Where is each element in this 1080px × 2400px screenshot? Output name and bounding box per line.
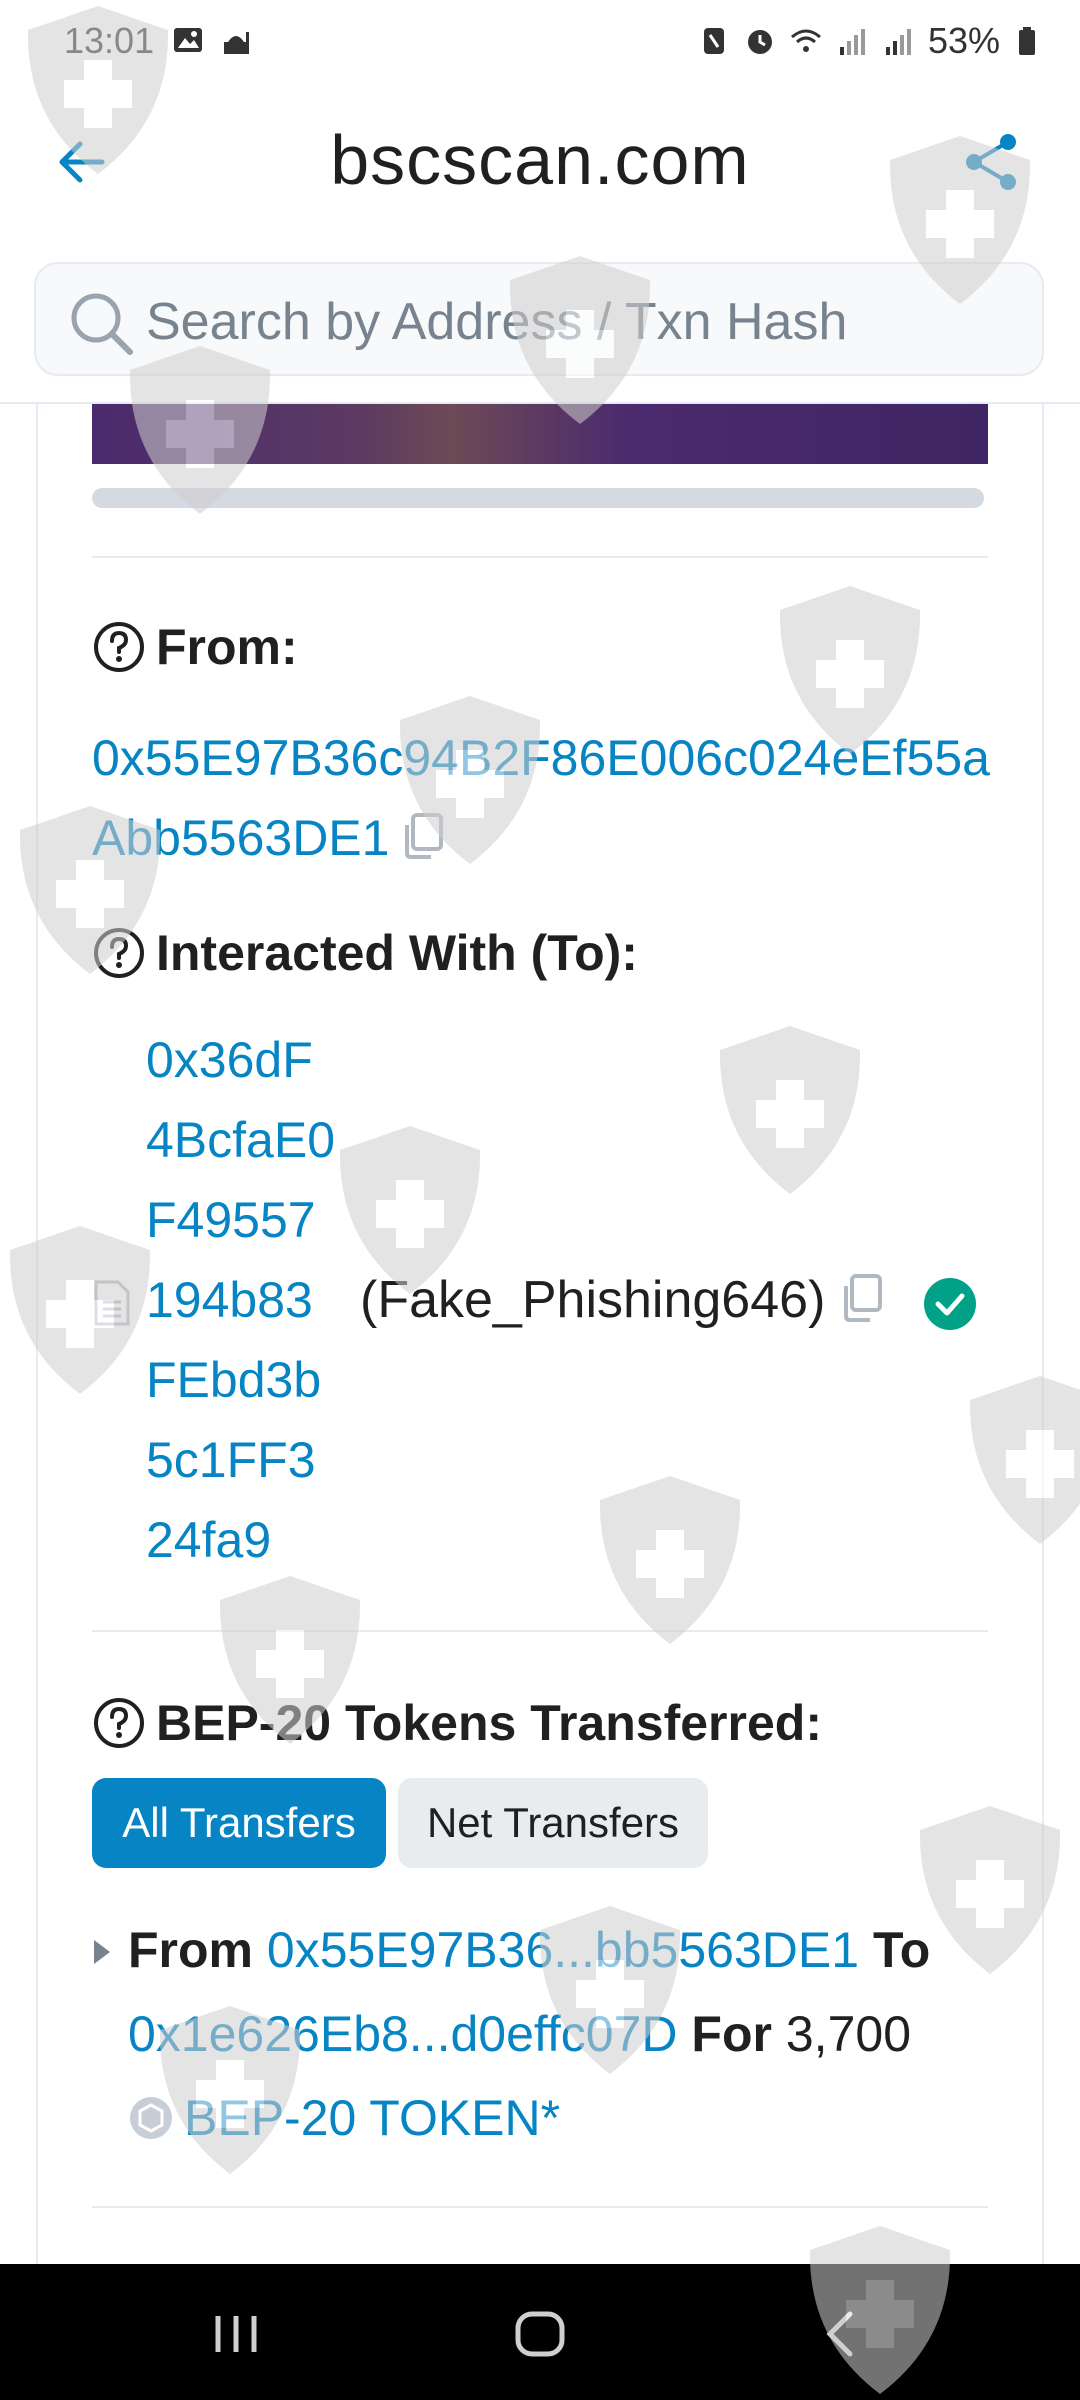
nav-back-icon[interactable]: [812, 2304, 872, 2364]
copy-icon[interactable]: [838, 1272, 886, 1324]
section-divider: [92, 556, 988, 558]
transfer-tabs: All Transfers Net Transfers: [92, 1778, 708, 1868]
status-left-icons: [172, 24, 252, 56]
tab-net-transfers[interactable]: Net Transfers: [398, 1778, 708, 1868]
to-label-row: Interacted With (To):: [92, 924, 638, 982]
status-bar: 13:01 53%: [0, 0, 1080, 80]
from-address-block: 0x55E97B36c94B2F86E006c024eEf55aAbb5563D…: [92, 718, 992, 878]
to-address-line: FEbd3b: [146, 1352, 322, 1408]
section-divider: [92, 2206, 988, 2208]
transfer-from-word: From: [128, 1922, 253, 1978]
help-icon[interactable]: [92, 926, 146, 980]
from-label: From:: [156, 619, 298, 675]
battery-percent: 53%: [927, 20, 1000, 61]
search-input[interactable]: [144, 286, 858, 358]
ad-banner-image[interactable]: [92, 404, 988, 464]
status-right-icons: 53%: [698, 20, 1046, 62]
transfer-amount: 3,700: [785, 2006, 911, 2062]
to-address-line: 4BcfaE0: [146, 1112, 336, 1168]
search-icon: [71, 293, 133, 355]
android-nav-bar: [0, 2264, 1080, 2400]
tokens-label-row: BEP-20 Tokens Transferred:: [92, 1694, 822, 1752]
transfer-for-word: For: [691, 2006, 772, 2062]
status-time: 13:01: [64, 20, 155, 61]
signal-icon-2: [885, 29, 911, 55]
alarm-icon: [747, 30, 772, 54]
to-name-tag: (Fake_Phishing646): [360, 1271, 826, 1329]
wifi-icon: [790, 29, 821, 52]
share-icon[interactable]: [960, 130, 1024, 194]
token-line: BEP-20 TOKEN*: [128, 2076, 1008, 2160]
horizontal-scrollbar[interactable]: [92, 488, 984, 508]
gallery-notification-icon: [174, 28, 202, 52]
to-address-line: 0x36dF: [146, 1032, 313, 1088]
to-address-link[interactable]: 0x36dF 4BcfaE0 F49557 194b83 FEbd3b 5c1F…: [146, 1020, 336, 1580]
signal-icon-1: [839, 29, 865, 55]
transfer-text: From 0x55E97B36...bb5563DE1 To 0x1e626Eb…: [128, 1908, 1008, 2160]
mosque-notification-icon: [224, 32, 249, 54]
home-icon[interactable]: [510, 2304, 570, 2364]
to-address-line: 194b83: [146, 1272, 313, 1328]
help-icon[interactable]: [92, 1696, 146, 1750]
page-domain: bscscan.com: [330, 121, 750, 199]
to-label: Interacted With (To):: [156, 925, 638, 981]
help-icon[interactable]: [92, 620, 146, 674]
tab-all-transfers[interactable]: All Transfers: [92, 1778, 386, 1868]
browser-header: bscscan.com: [0, 100, 1080, 220]
to-address-block: 0x36dF 4BcfaE0 F49557 194b83 FEbd3b 5c1F…: [92, 1020, 1012, 1580]
token-logo-icon: [130, 2097, 172, 2139]
contract-document-icon: [94, 1280, 130, 1326]
copy-icon[interactable]: [399, 811, 447, 861]
from-label-row: From:: [92, 618, 298, 676]
transfer-to-word: To: [872, 1922, 931, 1978]
to-address-line: 5c1FF3: [146, 1432, 316, 1488]
search-box[interactable]: [34, 262, 1044, 376]
to-address-line: 24fa9: [146, 1512, 272, 1568]
token-name-link[interactable]: BEP-20 TOKEN*: [184, 2076, 560, 2160]
section-divider: [92, 1630, 988, 1632]
expand-caret-icon[interactable]: [92, 1938, 112, 1966]
transfer-from-address[interactable]: 0x55E97B36...bb5563DE1: [267, 1922, 859, 1978]
to-address-line: F49557: [146, 1192, 316, 1248]
from-address-link[interactable]: 0x55E97B36c94B2F86E006c024eEf55aAbb5563D…: [92, 730, 990, 866]
battery-icon: [1019, 27, 1035, 55]
nfc-icon: [703, 28, 724, 54]
transfer-to-address[interactable]: 0x1e626Eb8...d0effc07D: [128, 2006, 678, 2062]
tokens-label: BEP-20 Tokens Transferred:: [156, 1695, 822, 1751]
verified-check-icon: [924, 1278, 976, 1330]
recent-apps-icon[interactable]: [206, 2304, 266, 2364]
